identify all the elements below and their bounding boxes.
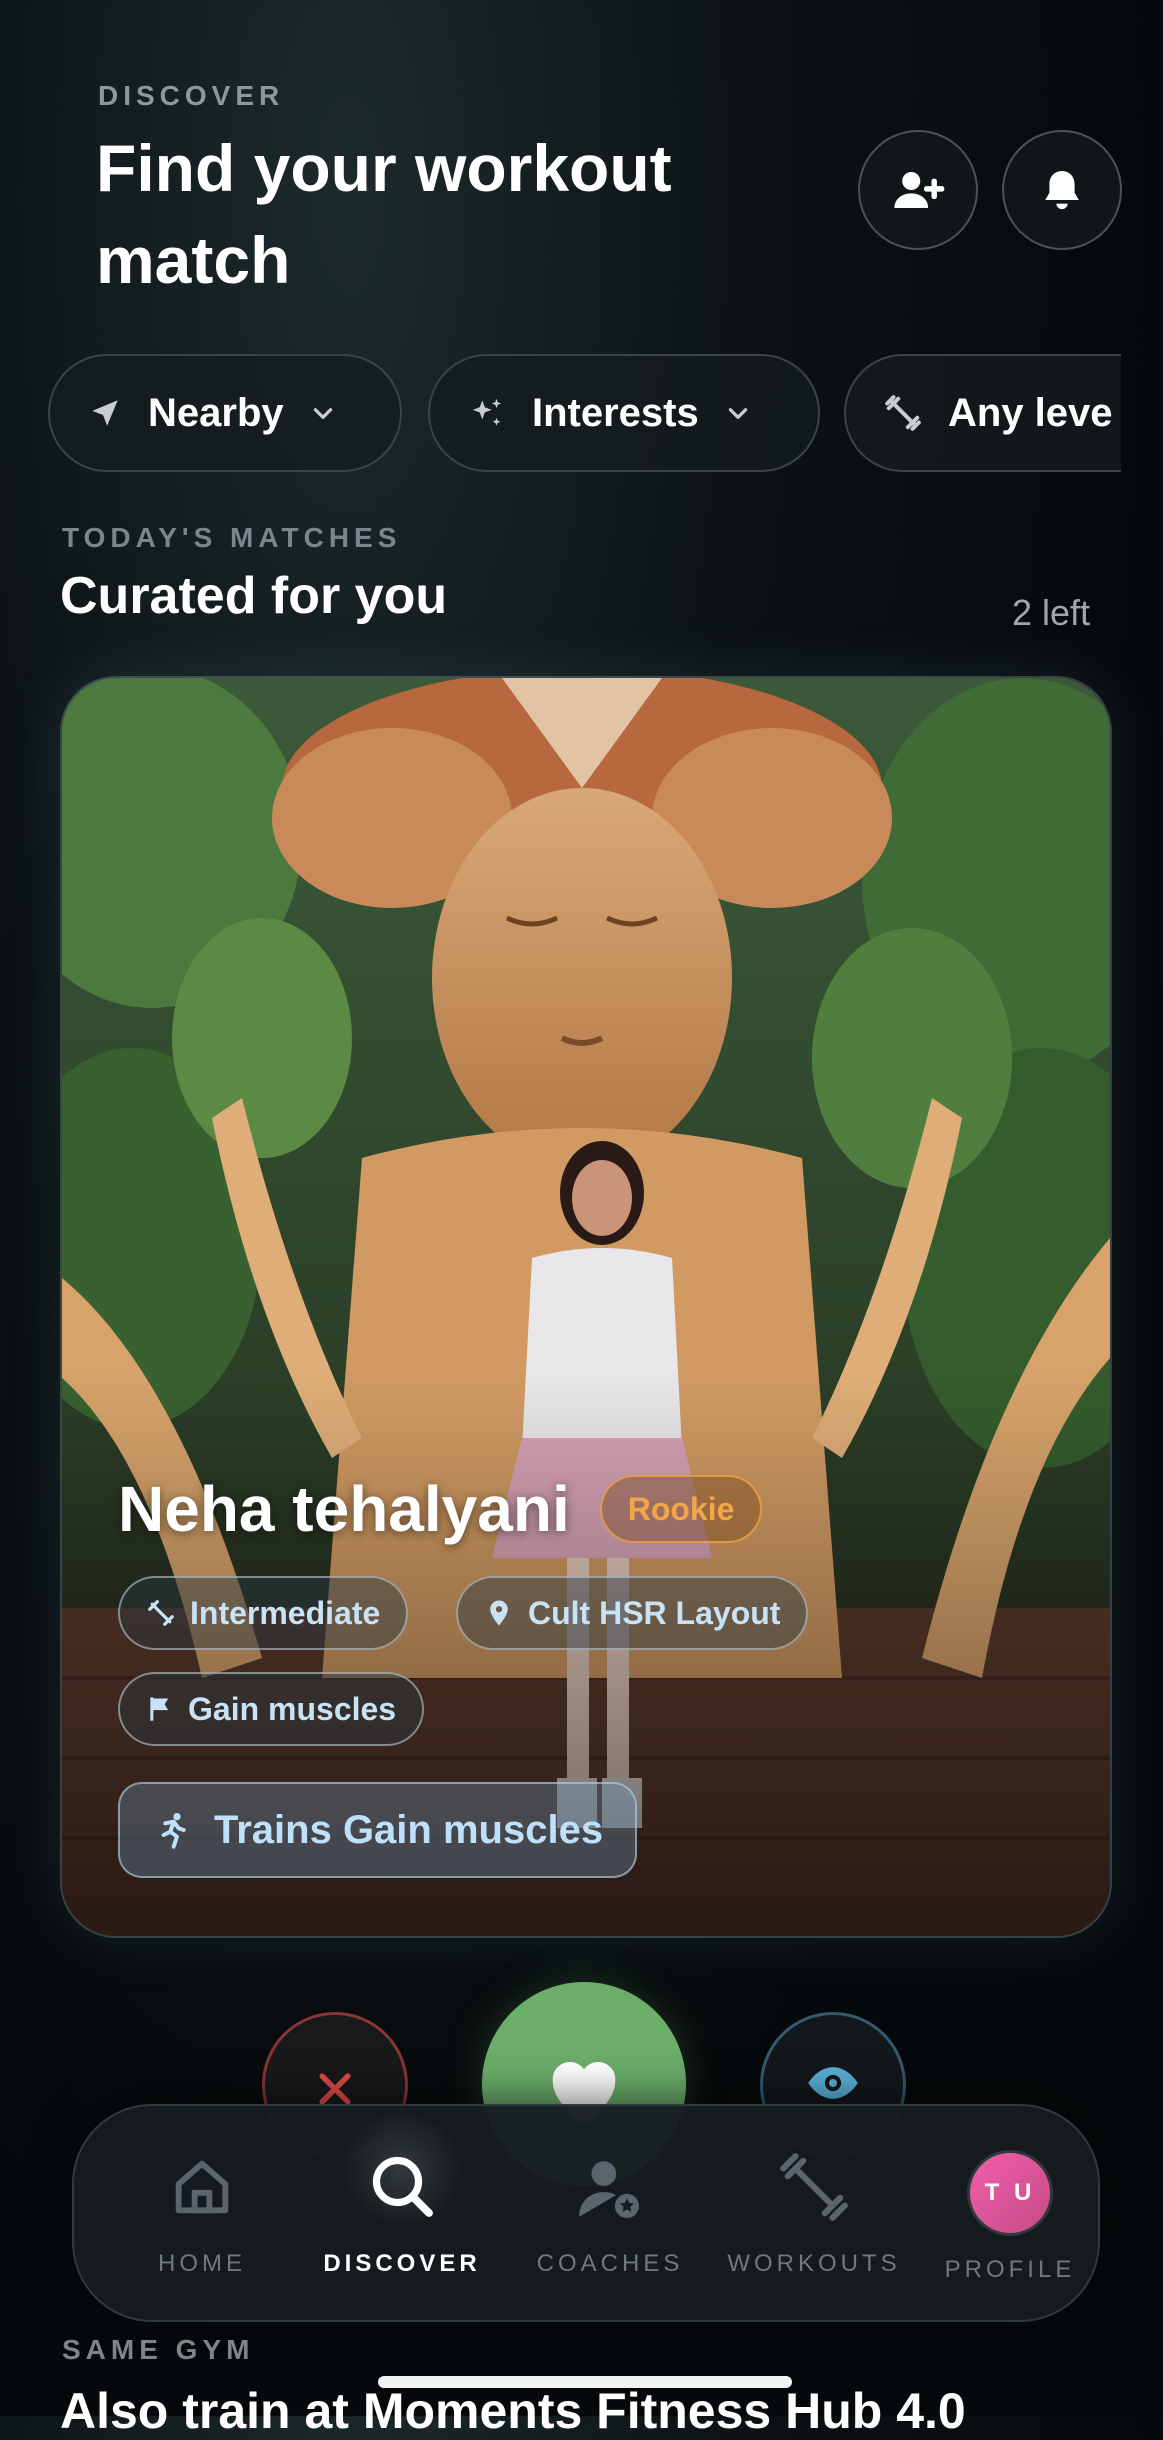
nav-discover[interactable]: DISCOVER [302,2106,502,2320]
running-figure-icon [152,1810,192,1850]
sparkles-icon [468,394,506,432]
filter-nearby[interactable]: Nearby [48,354,402,472]
same-gym-eyebrow: SAME GYM [62,2334,255,2365]
discover-eyebrow: DISCOVER [98,80,285,111]
person-plus-icon [894,172,945,208]
filter-level-label: Any leve [948,390,1113,435]
filter-level[interactable]: Any leve [844,354,1121,472]
page-title-line-2: match [96,223,291,297]
matches-count: 2 left [1012,592,1091,633]
tag-goal: Gain muscles [118,1672,425,1746]
nav-coaches[interactable]: COACHES [510,2106,710,2320]
nav-home-label: HOME [158,2250,246,2277]
page-title-line-1: Find your workout [96,131,672,205]
dumbbell-icon [780,2153,848,2221]
bottom-nav: HOME DISCOVER COACHES WORKOUTS T U PROFI… [72,2104,1100,2322]
tag-gym-label: Cult HSR Layout [528,1594,781,1631]
profile-name: Neha tehalyani [118,1473,570,1545]
filter-row: Nearby Interests Any leve [0,354,1121,478]
nav-profile-label: PROFILE [944,2256,1076,2283]
eye-icon [808,2067,858,2099]
filter-interests-label: Interests [532,390,699,435]
dumbbell-icon [146,1598,176,1628]
nav-workouts-label: WORKOUTS [727,2250,901,2277]
tag-level: Intermediate [118,1576,409,1650]
dumbbell-icon [884,394,922,432]
nav-home[interactable]: HOME [114,2106,290,2320]
same-gym-title: Also train at Moments Fitness Hub 4.0 [60,2383,966,2439]
trains-label: Trains Gain muscles [214,1807,604,1852]
home-indicator [378,2376,792,2388]
matches-title: Curated for you [60,567,448,625]
home-icon [175,2160,229,2214]
profile-photo [62,678,1110,1936]
chevron-down-icon [725,400,751,426]
level-badge: Rookie [599,1475,763,1543]
avatar: T U [967,2150,1053,2236]
filter-interests[interactable]: Interests [428,354,820,472]
location-pin-icon [484,1598,514,1628]
notifications-button[interactable] [1002,130,1122,250]
bell-icon [1045,171,1079,210]
search-icon [372,2156,433,2217]
coach-icon [579,2161,643,2222]
nav-workouts[interactable]: WORKOUTS [714,2106,914,2320]
tag-level-label: Intermediate [190,1594,381,1631]
profile-name-row: Neha tehalyani Rookie [118,1472,763,1546]
tag-gym: Cult HSR Layout [456,1576,809,1650]
matches-eyebrow: TODAY'S MATCHES [62,522,402,553]
trains-pill: Trains Gain muscles [118,1782,638,1878]
page-title: Find your workout match [96,122,672,306]
flag-icon [146,1695,174,1723]
profile-card[interactable]: Neha tehalyani Rookie Intermediate Cult … [60,676,1112,1938]
nav-discover-label: DISCOVER [323,2250,481,2277]
add-friend-button[interactable] [858,130,978,250]
filter-nearby-label: Nearby [148,390,284,435]
nav-profile[interactable]: T U PROFILE [930,2106,1090,2320]
nav-coaches-label: COACHES [536,2250,684,2277]
chevron-down-icon [310,400,336,426]
tag-goal-label: Gain muscles [188,1690,397,1727]
location-arrow-icon [88,396,122,430]
